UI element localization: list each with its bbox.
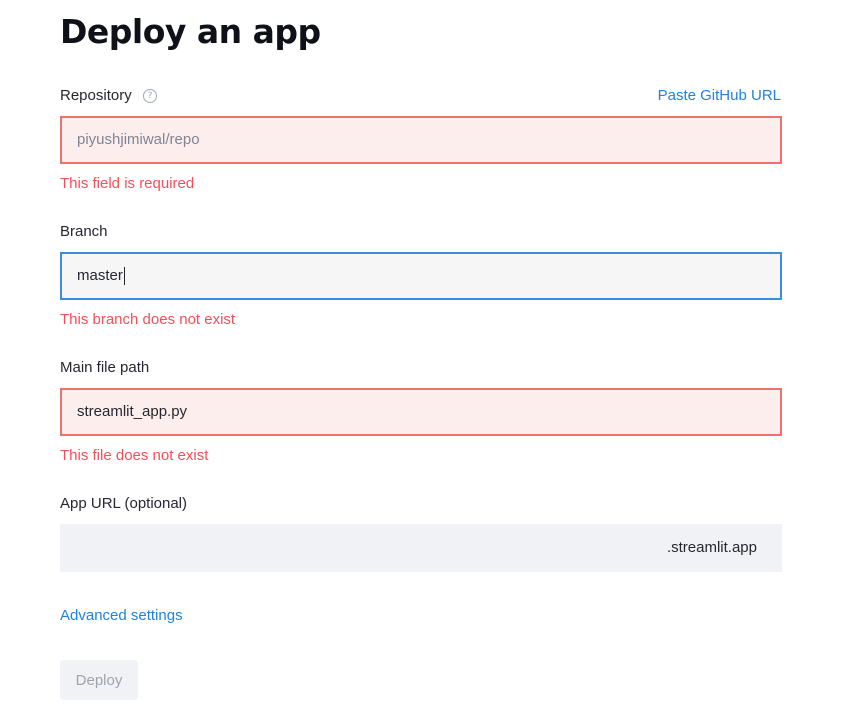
main-file-path-error: This file does not exist (60, 447, 209, 464)
page-title: Deploy an app (60, 12, 321, 51)
app-url-label: App URL (optional) (60, 495, 188, 512)
app-url-suffix: .streamlit.app (666, 539, 757, 556)
main-file-path-label: Main file path (60, 359, 150, 376)
branch-label: Branch (60, 223, 108, 240)
deploy-app-page: Deploy an app Repository ? Paste GitHub … (0, 0, 859, 705)
main-file-path-value: streamlit_app.py (77, 403, 188, 420)
repository-input[interactable]: piyushjimiwal/repo (60, 116, 782, 164)
app-url-input[interactable]: .streamlit.app (60, 524, 782, 572)
paste-github-url-link[interactable]: Paste GitHub URL (658, 86, 781, 106)
text-cursor (123, 267, 125, 286)
repository-placeholder: piyushjimiwal/repo (77, 131, 200, 148)
repository-error: This field is required (60, 175, 195, 192)
advanced-settings-link[interactable]: Advanced settings (60, 606, 183, 626)
question-circle-icon[interactable]: ? (143, 89, 157, 103)
main-file-path-input[interactable]: streamlit_app.py (60, 388, 782, 436)
branch-input[interactable]: master (60, 252, 782, 300)
repository-label: Repository (60, 87, 132, 104)
branch-error: This branch does not exist (60, 311, 236, 328)
branch-value: master (77, 267, 123, 284)
deploy-button[interactable]: Deploy (60, 660, 138, 700)
